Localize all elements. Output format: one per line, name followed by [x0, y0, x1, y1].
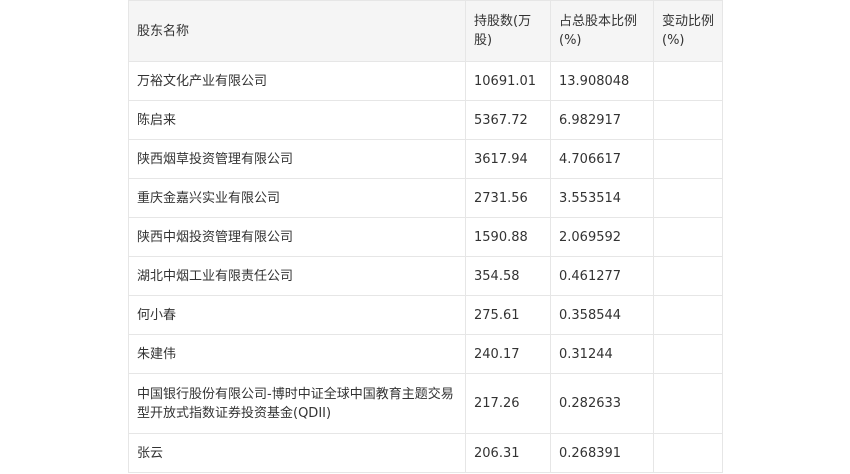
cell-shares: 240.17	[465, 334, 551, 374]
table-row: 陕西烟草投资管理有限公司 3617.94 4.706617	[128, 139, 723, 179]
cell-change	[653, 433, 723, 473]
cell-change	[653, 373, 723, 434]
cell-shares: 206.31	[465, 433, 551, 473]
cell-change	[653, 100, 723, 140]
cell-shares: 3617.94	[465, 139, 551, 179]
cell-change	[653, 256, 723, 296]
cell-ratio: 0.358544	[550, 295, 654, 335]
cell-shares: 2731.56	[465, 178, 551, 218]
table-row: 重庆金嘉兴实业有限公司 2731.56 3.553514	[128, 178, 723, 218]
cell-change	[653, 334, 723, 374]
cell-shareholder-name: 中国银行股份有限公司-博时中证全球中国教育主题交易型开放式指数证券投资基金(QD…	[128, 373, 466, 434]
cell-ratio: 0.31244	[550, 334, 654, 374]
cell-shares: 5367.72	[465, 100, 551, 140]
header-shareholder-name: 股东名称	[128, 0, 466, 62]
table-row: 张云 206.31 0.268391	[128, 433, 723, 473]
table-header-row: 股东名称 持股数(万股) 占总股本比例(%) 变动比例(%)	[128, 0, 723, 62]
table-row: 中国银行股份有限公司-博时中证全球中国教育主题交易型开放式指数证券投资基金(QD…	[128, 373, 723, 434]
cell-shares: 275.61	[465, 295, 551, 335]
cell-ratio: 6.982917	[550, 100, 654, 140]
cell-shareholder-name: 湖北中烟工业有限责任公司	[128, 256, 466, 296]
header-change: 变动比例(%)	[653, 0, 723, 62]
cell-shareholder-name: 张云	[128, 433, 466, 473]
cell-shares: 1590.88	[465, 217, 551, 257]
cell-shareholder-name: 陕西中烟投资管理有限公司	[128, 217, 466, 257]
table-row: 朱建伟 240.17 0.31244	[128, 334, 723, 374]
cell-change	[653, 295, 723, 335]
cell-ratio: 3.553514	[550, 178, 654, 218]
cell-shares: 354.58	[465, 256, 551, 296]
cell-ratio: 0.268391	[550, 433, 654, 473]
cell-change	[653, 217, 723, 257]
table-row: 湖北中烟工业有限责任公司 354.58 0.461277	[128, 256, 723, 296]
cell-ratio: 0.461277	[550, 256, 654, 296]
header-ratio: 占总股本比例(%)	[550, 0, 654, 62]
cell-ratio: 2.069592	[550, 217, 654, 257]
cell-shareholder-name: 陕西烟草投资管理有限公司	[128, 139, 466, 179]
shareholder-table-container: 股东名称 持股数(万股) 占总股本比例(%) 变动比例(%) 万裕文化产业有限公…	[128, 0, 723, 473]
shareholder-table: 股东名称 持股数(万股) 占总股本比例(%) 变动比例(%) 万裕文化产业有限公…	[128, 0, 723, 473]
cell-shares: 10691.01	[465, 61, 551, 101]
cell-ratio: 4.706617	[550, 139, 654, 179]
cell-change	[653, 139, 723, 179]
cell-change	[653, 178, 723, 218]
cell-change	[653, 61, 723, 101]
table-row: 何小春 275.61 0.358544	[128, 295, 723, 335]
cell-shareholder-name: 何小春	[128, 295, 466, 335]
cell-shares: 217.26	[465, 373, 551, 434]
cell-shareholder-name: 朱建伟	[128, 334, 466, 374]
cell-shareholder-name: 陈启来	[128, 100, 466, 140]
cell-ratio: 13.908048	[550, 61, 654, 101]
cell-shareholder-name: 万裕文化产业有限公司	[128, 61, 466, 101]
table-row: 陈启来 5367.72 6.982917	[128, 100, 723, 140]
header-shares: 持股数(万股)	[465, 0, 551, 62]
table-row: 陕西中烟投资管理有限公司 1590.88 2.069592	[128, 217, 723, 257]
table-row: 万裕文化产业有限公司 10691.01 13.908048	[128, 61, 723, 101]
cell-ratio: 0.282633	[550, 373, 654, 434]
cell-shareholder-name: 重庆金嘉兴实业有限公司	[128, 178, 466, 218]
